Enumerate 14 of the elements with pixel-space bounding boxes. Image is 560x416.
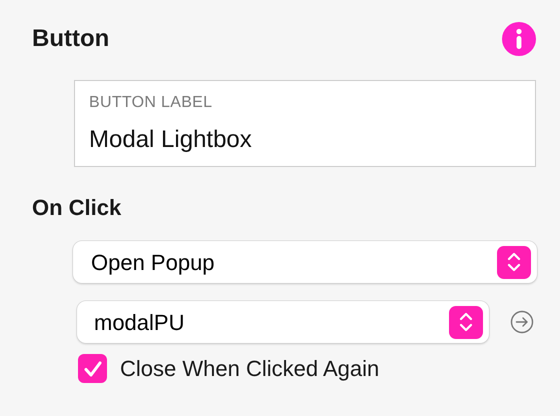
checkmark-icon xyxy=(82,360,102,378)
stepper-icon xyxy=(449,306,483,338)
field-value[interactable]: Modal Lightbox xyxy=(89,125,521,155)
arrow-circle-icon[interactable] xyxy=(510,310,534,334)
section-title: On Click xyxy=(32,194,122,222)
info-icon[interactable] xyxy=(502,22,536,56)
field-label: BUTTON LABEL xyxy=(89,93,212,113)
dropdown-select[interactable]: modalPU xyxy=(77,301,489,343)
text-field[interactable]: BUTTON LABEL Modal Lightbox xyxy=(74,80,536,167)
stepper-icon xyxy=(497,246,531,278)
section-title: Button xyxy=(32,24,110,54)
checkbox-label: Close When Clicked Again xyxy=(120,355,380,383)
checkbox[interactable] xyxy=(78,354,107,383)
dropdown-select[interactable]: Open Popup xyxy=(73,241,537,283)
